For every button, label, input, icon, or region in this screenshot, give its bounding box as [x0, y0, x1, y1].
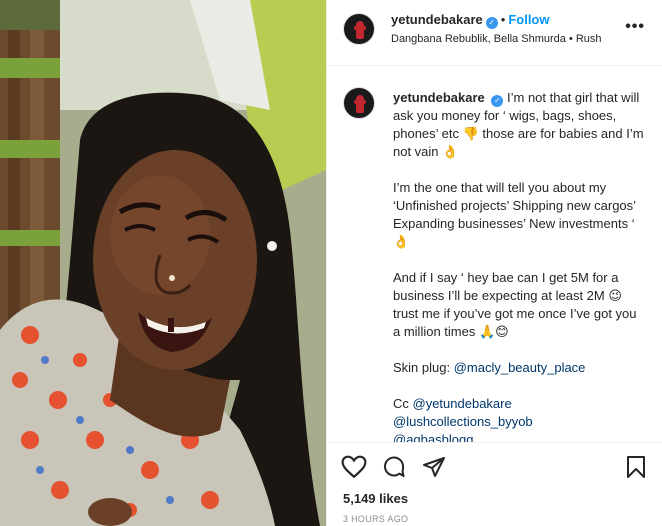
avatar[interactable]	[343, 13, 375, 45]
post-actions: 5,149 likes 3 HOURS AGO	[327, 442, 662, 526]
more-options-icon[interactable]: •••	[625, 18, 645, 36]
share-icon[interactable]	[421, 455, 447, 484]
bookmark-icon[interactable]	[625, 455, 647, 484]
cc-link[interactable]: @yetundebakare	[413, 396, 512, 411]
cc-line-1: Cc @yetundebakare	[393, 395, 645, 413]
cc-link[interactable]: @lushcollections_byyob	[393, 413, 645, 431]
skin-plug-line: Skin plug: @macly_beauty_place	[393, 359, 645, 377]
comment-icon[interactable]	[381, 455, 407, 484]
post-media[interactable]	[0, 0, 326, 526]
caption-text: yetundebakare ✓ I’m not that girl that w…	[393, 89, 645, 442]
post-timestamp[interactable]: 3 HOURS AGO	[343, 514, 408, 524]
skin-plug-label: Skin plug:	[393, 360, 454, 375]
post-photo	[0, 0, 326, 526]
post-header: yetundebakare ✓ • Follow Dangbana Rebublik,…	[327, 0, 662, 66]
skin-plug-link[interactable]: @macly_beauty_place	[454, 360, 586, 375]
caption-paragraph-2: I’m the one that will tell you about my …	[393, 180, 636, 249]
heart-icon[interactable]	[341, 455, 367, 484]
header-user-line: yetundebakare ✓ • Follow	[391, 12, 550, 29]
post-details-panel: yetundebakare ✓ • Follow Dangbana Rebublik,…	[326, 0, 662, 526]
audio-info[interactable]: Dangbana Rebublik, Bella Shmurda • Rush	[391, 33, 602, 45]
separator-dot: •	[500, 12, 506, 27]
caption-username[interactable]: yetundebakare	[393, 90, 485, 105]
caption-avatar[interactable]	[343, 87, 375, 119]
caption-paragraph-3: And if I say ‘ hey bae can I get 5M for …	[393, 270, 637, 339]
cc-label: Cc	[393, 396, 413, 411]
header-username[interactable]: yetundebakare	[391, 12, 483, 27]
verified-icon: ✓	[491, 95, 504, 107]
verified-icon: ✓	[485, 17, 498, 29]
follow-button[interactable]: Follow	[508, 12, 549, 27]
likes-count[interactable]: 5,149 likes	[343, 491, 408, 506]
caption-paragraph-1: yetundebakare ✓ I’m not that girl that w…	[393, 89, 645, 161]
caption-section: yetundebakare ✓ I’m not that girl that w…	[327, 66, 662, 442]
cc-link[interactable]: @agbasblogg	[393, 431, 645, 442]
cc-block: Cc @yetundebakare @lushcollections_byyob…	[393, 395, 645, 442]
